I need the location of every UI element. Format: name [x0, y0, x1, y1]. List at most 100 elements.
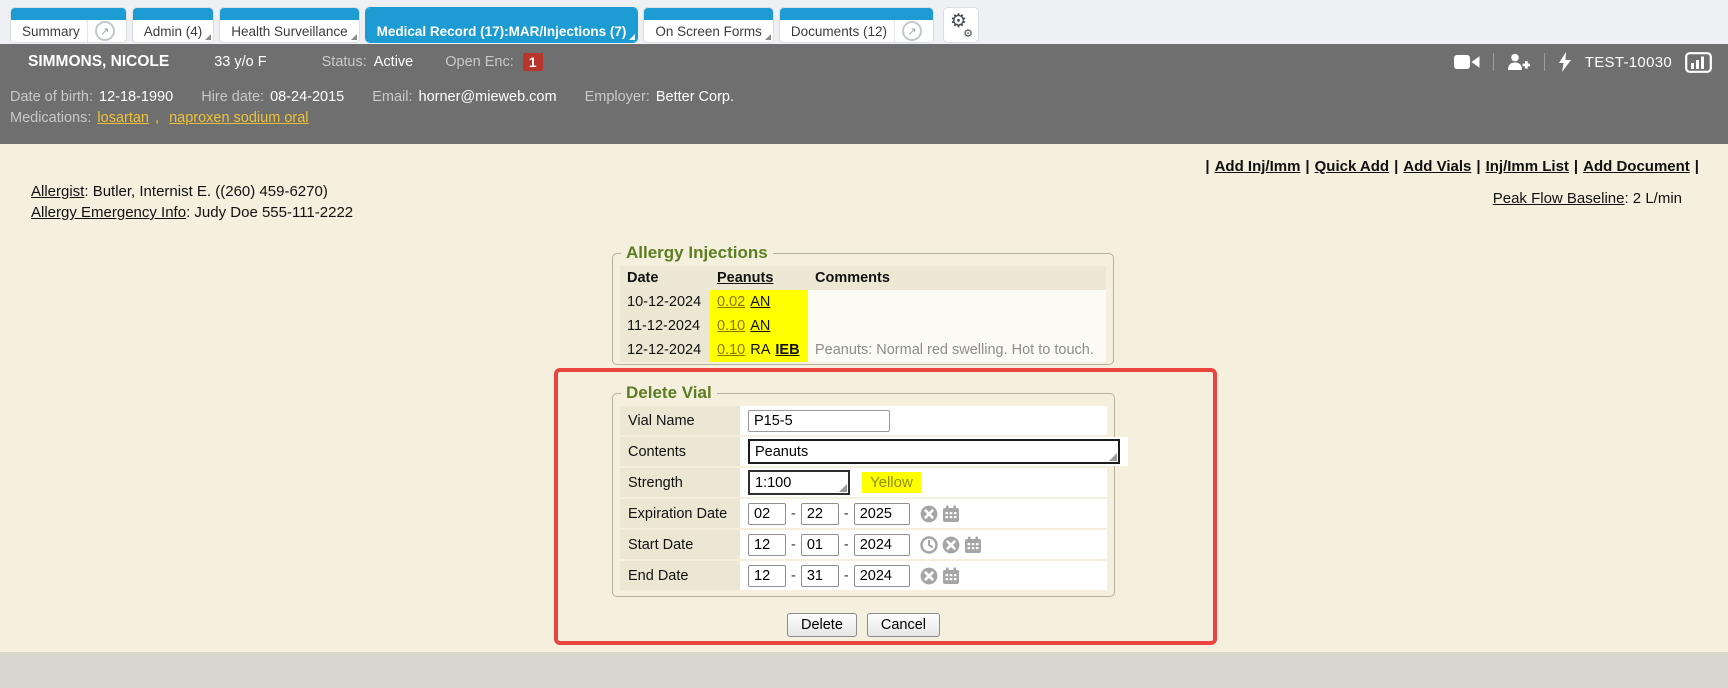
end-month-input[interactable] [748, 565, 786, 587]
peak-flow-baseline-link[interactable]: Peak Flow Baseline [1493, 190, 1625, 207]
tab-dropdown-corner-icon[interactable] [205, 34, 211, 40]
tab-on-screen-forms-label: On Screen Forms [655, 24, 762, 39]
date-separator: - [844, 537, 849, 553]
cancel-button[interactable]: Cancel [867, 613, 940, 637]
allergy-injections-table: Date Peanuts Comments 10-12-2024 0.02 AN… [620, 266, 1106, 362]
add-inj-imm-link[interactable]: Add Inj/Imm [1215, 158, 1301, 175]
calendar-icon[interactable] [942, 505, 960, 523]
vial-name-input[interactable] [748, 410, 890, 432]
tab-accent-strip [366, 8, 638, 20]
delete-button[interactable]: Delete [787, 613, 857, 637]
status-label: Status: [322, 54, 367, 70]
expiration-year-input[interactable] [854, 503, 910, 525]
date-separator: - [791, 506, 796, 522]
tab-dropdown-corner-icon[interactable] [629, 34, 635, 40]
injection-date: 10-12-2024 [620, 290, 710, 314]
status-value: Active [374, 54, 414, 70]
tab-summary-label: Summary [22, 24, 80, 39]
tab-admin[interactable]: Admin (4) [132, 7, 215, 43]
expiration-month-input[interactable] [748, 503, 786, 525]
dose-link[interactable]: 0.02 [717, 294, 745, 310]
clear-date-icon[interactable] [920, 505, 938, 523]
link-separator: | [1574, 158, 1578, 175]
delete-vial-panel: Delete Vial Vial Name Contents Strengt [612, 393, 1115, 597]
start-year-input[interactable] [854, 534, 910, 556]
link-separator: | [1695, 158, 1699, 175]
employer-value: Better Corp. [656, 89, 734, 105]
tab-settings-button[interactable]: ⚙ ⚙ [943, 7, 979, 43]
tab-on-screen-forms[interactable]: On Screen Forms [643, 7, 774, 43]
lightning-bolt-icon[interactable] [1558, 52, 1572, 72]
tab-dropdown-corner-icon[interactable] [351, 34, 357, 40]
tab-medical-record-active[interactable]: Medical Record (17):MAR/Injections (7) [365, 7, 639, 43]
contents-row: Contents [620, 437, 1107, 466]
clock-icon[interactable] [920, 536, 938, 554]
allergist-link[interactable]: Allergist [31, 183, 84, 200]
date-separator: - [791, 568, 796, 584]
flowsheet-chart-icon[interactable] [1685, 52, 1712, 73]
tab-health-surveillance[interactable]: Health Surveillance [219, 7, 359, 43]
quick-add-link[interactable]: Quick Add [1315, 158, 1389, 175]
chart-content-area: | Add Inj/Imm | Quick Add | Add Vials | Inj/Imm… [0, 144, 1728, 688]
contents-input[interactable] [748, 439, 1120, 464]
start-month-input[interactable] [748, 534, 786, 556]
email-label: Email: [372, 89, 412, 105]
start-day-input[interactable] [801, 534, 839, 556]
add-document-link[interactable]: Add Document [1583, 158, 1690, 175]
reaction-code-link[interactable]: AN [750, 318, 770, 334]
allergy-contacts: Allergist: Butler, Internist E. ((260) 4… [31, 181, 353, 223]
calendar-icon[interactable] [942, 567, 960, 585]
patient-name: SIMMONS, NICOLE [28, 53, 169, 71]
link-separator: | [1394, 158, 1398, 175]
end-date-row: End Date - - [620, 561, 1107, 590]
employer-label: Employer: [585, 89, 650, 105]
link-separator: | [1205, 158, 1209, 175]
divider [1493, 53, 1494, 71]
start-date-label: Start Date [620, 530, 740, 559]
add-person-icon[interactable] [1507, 53, 1531, 71]
allergy-emergency-info-link[interactable]: Allergy Emergency Info [31, 204, 186, 221]
clear-date-icon[interactable] [920, 567, 938, 585]
open-encounters-badge[interactable]: 1 [523, 53, 543, 71]
tab-dropdown-corner-icon[interactable] [765, 34, 771, 40]
hire-date-label: Hire date: [201, 89, 264, 105]
calendar-icon[interactable] [964, 536, 982, 554]
end-date-label: End Date [620, 561, 740, 590]
delete-vial-form: Vial Name Contents Strength [620, 406, 1107, 590]
clear-date-icon[interactable] [942, 536, 960, 554]
open-in-popup-icon[interactable]: ↗ [902, 21, 922, 41]
reaction-code-link[interactable]: IEB [775, 342, 799, 358]
dose-link[interactable]: 0.10 [717, 318, 745, 334]
column-header-peanuts-link[interactable]: Peanuts [717, 270, 773, 286]
reaction-code-ra: RA [750, 342, 770, 358]
reaction-code-link[interactable]: AN [750, 294, 770, 310]
tab-summary[interactable]: Summary ↗ [10, 7, 127, 43]
add-vials-link[interactable]: Add Vials [1403, 158, 1471, 175]
video-camera-icon[interactable] [1454, 54, 1480, 70]
column-header-date: Date [620, 266, 710, 290]
tab-accent-strip [220, 8, 358, 20]
vial-name-label: Vial Name [620, 406, 740, 435]
tab-divider [894, 20, 895, 42]
inj-imm-list-link[interactable]: Inj/Imm List [1486, 158, 1569, 175]
peak-flow-baseline-value: : 2 L/min [1624, 190, 1682, 207]
expiration-day-input[interactable] [801, 503, 839, 525]
injection-comment: Peanuts: Normal red swelling. Hot to tou… [808, 338, 1106, 362]
demographics-row-1: Date of birth: 12-18-1990 Hire date: 08-… [10, 86, 1712, 107]
tab-documents[interactable]: Documents (12) ↗ [779, 7, 934, 43]
gear-small-icon: ⚙ [963, 27, 973, 40]
tab-health-surveillance-label: Health Surveillance [231, 24, 347, 39]
delete-vial-actions: Delete Cancel [612, 613, 1115, 637]
end-day-input[interactable] [801, 565, 839, 587]
dose-link[interactable]: 0.10 [717, 342, 745, 358]
injection-date: 12-12-2024 [620, 338, 710, 362]
open-in-popup-icon[interactable]: ↗ [95, 21, 115, 41]
medication-link-losartan[interactable]: losartan [97, 110, 149, 126]
injection-dose-cell: 0.02 AN [710, 290, 808, 314]
strength-input[interactable] [748, 470, 850, 495]
date-separator: - [844, 568, 849, 584]
medication-link-naproxen[interactable]: naproxen sodium oral [169, 110, 308, 126]
injection-comment [808, 314, 1106, 338]
end-year-input[interactable] [854, 565, 910, 587]
tab-accent-strip [780, 8, 933, 20]
